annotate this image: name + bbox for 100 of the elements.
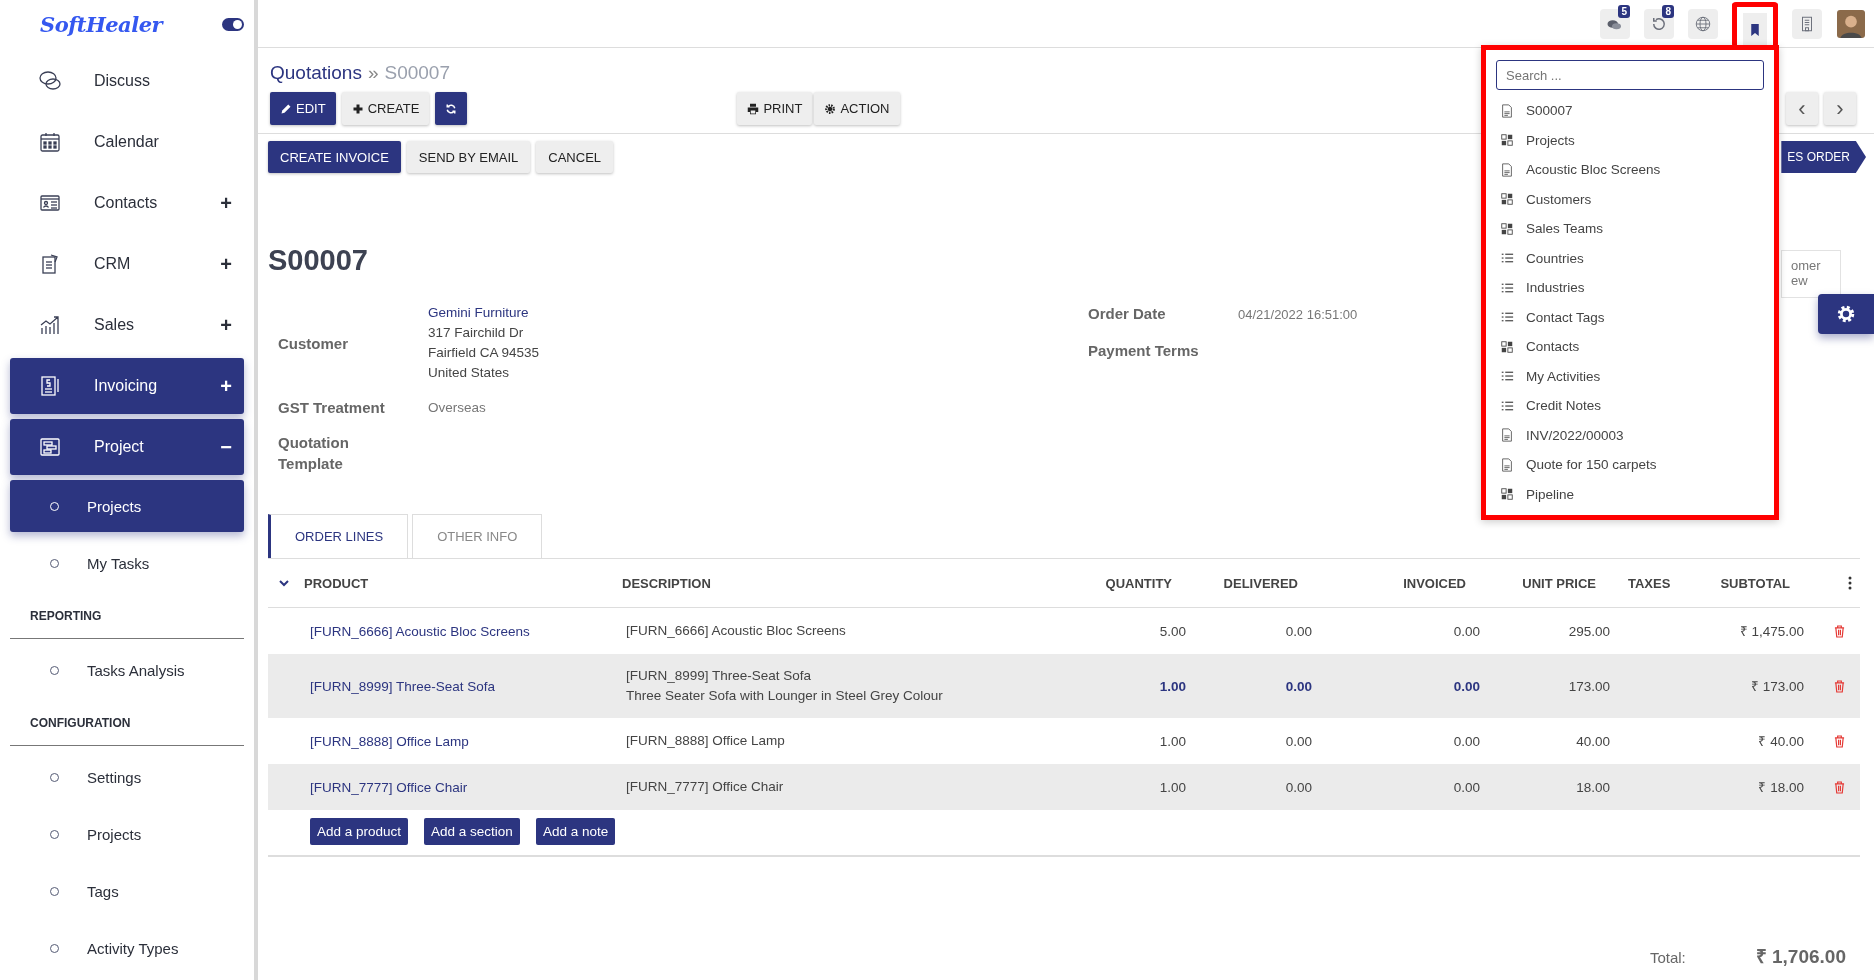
product-link[interactable]: [FURN_6666] Acoustic Bloc Screens: [304, 623, 622, 639]
settings-button[interactable]: [1818, 294, 1874, 334]
status-stage[interactable]: ES ORDER: [1781, 141, 1866, 173]
field-label: GST Treatment: [278, 398, 386, 418]
status-button[interactable]: SEND BY EMAIL: [406, 141, 531, 173]
bookmark-item[interactable]: My Activities: [1496, 361, 1764, 391]
pager-button[interactable]: ›: [1824, 92, 1856, 125]
toolbar-button[interactable]: PRINT: [737, 92, 813, 125]
board-icon: [38, 435, 62, 459]
sidebar-label: Project: [94, 438, 145, 456]
bookmark-item[interactable]: Projects: [1496, 125, 1764, 155]
bookmark-item[interactable]: Sales Teams: [1496, 214, 1764, 244]
column-header: PRODUCT: [304, 575, 370, 591]
add-line-button[interactable]: Add a product: [310, 818, 409, 845]
sidebar-item[interactable]: CRM +: [10, 236, 244, 292]
refresh-button[interactable]: [435, 92, 468, 125]
status-button[interactable]: CREATE INVOICE: [268, 141, 401, 173]
bookmark-item[interactable]: Credit Notes: [1496, 391, 1764, 421]
sidebar-subitem[interactable]: Activity Types: [10, 922, 244, 974]
document-icon: [1500, 103, 1514, 118]
trash-icon[interactable]: [1834, 679, 1845, 693]
sidebar-label: Invoicing: [94, 377, 159, 395]
invoice-icon: [38, 374, 62, 398]
bookmark-item[interactable]: Pipeline: [1496, 479, 1764, 509]
toolbar-button[interactable]: EDIT: [270, 92, 336, 125]
grid-icon: [1500, 221, 1514, 236]
expand-toggle[interactable]: −: [218, 435, 234, 459]
sidebar-label: Settings: [87, 768, 142, 786]
table-cell-text: 0.00: [1284, 733, 1313, 749]
sidebar-item[interactable]: Contacts +: [10, 175, 244, 231]
address-line: 317 Fairchild Dr: [428, 324, 525, 342]
bookmark-item[interactable]: Contact Tags: [1496, 302, 1764, 332]
refresh-icon: [445, 102, 458, 115]
bookmark-item[interactable]: Countries: [1496, 243, 1764, 273]
sidebar-subitem[interactable]: My Tasks: [10, 537, 244, 589]
theme-toggle[interactable]: [222, 17, 244, 31]
bookmark-item[interactable]: INV/2022/00003: [1496, 420, 1764, 450]
breadcrumb-link[interactable]: Quotations: [270, 62, 362, 84]
sidebar-subitem[interactable]: Projects: [10, 808, 244, 860]
breadcrumb-current: S00007: [384, 62, 450, 84]
grid-icon: [1500, 487, 1514, 502]
sidebar-subitem[interactable]: Tags: [10, 865, 244, 917]
bookmark-item[interactable]: S00007: [1496, 96, 1764, 126]
trash-icon[interactable]: [1834, 734, 1845, 748]
sidebar-item[interactable]: Calendar: [10, 114, 244, 170]
record-title: S00007: [268, 244, 368, 277]
customer-link[interactable]: Gemini Furniture: [428, 303, 540, 323]
sidebar-item[interactable]: Sales +: [10, 297, 244, 353]
sidebar-item[interactable]: Discuss: [10, 53, 244, 109]
expand-toggle[interactable]: +: [218, 313, 234, 337]
bookmark-item[interactable]: Quote for 150 carpets: [1496, 450, 1764, 480]
table-cell-text: 0.00: [1452, 678, 1481, 694]
clock-button[interactable]: 8: [1644, 8, 1674, 39]
sidebar-subitem[interactable]: Settings: [10, 751, 244, 803]
bookmark-item[interactable]: Acoustic Bloc Screens: [1496, 155, 1764, 185]
add-line-button[interactable]: Add a section: [424, 818, 520, 845]
trash-icon[interactable]: [1834, 780, 1845, 794]
chat-button[interactable]: 5: [1600, 8, 1630, 39]
add-line-button[interactable]: Add a note: [535, 818, 616, 845]
table-cell-text: 0.00: [1284, 678, 1313, 694]
sidebar-item[interactable]: Invoicing +: [10, 358, 244, 414]
bookmark-item[interactable]: Contacts: [1496, 332, 1764, 362]
user-avatar[interactable]: [1836, 8, 1866, 39]
globe-button[interactable]: [1688, 8, 1718, 39]
section-heading: CONFIGURATION: [10, 701, 244, 746]
expand-toggle[interactable]: +: [218, 374, 234, 398]
expand-toggle[interactable]: +: [218, 191, 234, 215]
trash-icon[interactable]: [1834, 624, 1845, 638]
sidebar-label: CRM: [94, 255, 132, 273]
product-link[interactable]: [FURN_8999] Three-Seat Sofa: [304, 678, 622, 694]
bookmark-item[interactable]: Customers: [1496, 184, 1764, 214]
search-field[interactable]: Search ...: [1496, 60, 1764, 90]
sidebar-subitem[interactable]: Projects: [10, 480, 244, 532]
grid-icon: [1500, 192, 1514, 207]
sidebar-label: Projects: [87, 497, 142, 515]
table-cell-text: 0.00: [1452, 623, 1481, 639]
tab[interactable]: ORDER LINES: [268, 514, 409, 558]
table-cell-text: 295.00: [1567, 623, 1611, 639]
toolbar-button[interactable]: CREATE: [341, 92, 430, 125]
chevron-down-icon[interactable]: [278, 577, 290, 589]
table-cell-text: 18.00: [1575, 779, 1611, 795]
field-value: Overseas: [428, 398, 486, 417]
total-amount: ₹ 1,706.00: [1755, 945, 1846, 969]
table-cell-text: ₹ 40.00: [1757, 733, 1805, 750]
sidebar-subitem[interactable]: Tasks Analysis: [10, 644, 244, 696]
kebab-menu-icon[interactable]: [1848, 576, 1852, 590]
avatar-icon: [1837, 9, 1865, 38]
building-button[interactable]: [1792, 8, 1822, 39]
status-button[interactable]: CANCEL: [536, 141, 614, 173]
product-link[interactable]: [FURN_7777] Office Chair: [304, 779, 622, 795]
product-link[interactable]: [FURN_8888] Office Lamp: [304, 733, 622, 749]
address-line: Fairfield CA 94535: [428, 344, 540, 362]
bookmark-item[interactable]: Industries: [1496, 273, 1764, 303]
expand-toggle[interactable]: +: [218, 252, 234, 276]
sidebar-item[interactable]: Project −: [10, 419, 244, 475]
description-text: Three Seater Sofa with Lounger in Steel Grey Colour: [626, 687, 944, 705]
bookmark-button[interactable]: [1732, 2, 1778, 48]
toolbar-button[interactable]: ACTION: [814, 92, 900, 125]
tab[interactable]: OTHER INFO: [412, 514, 543, 558]
pager-button[interactable]: ‹: [1786, 92, 1818, 125]
